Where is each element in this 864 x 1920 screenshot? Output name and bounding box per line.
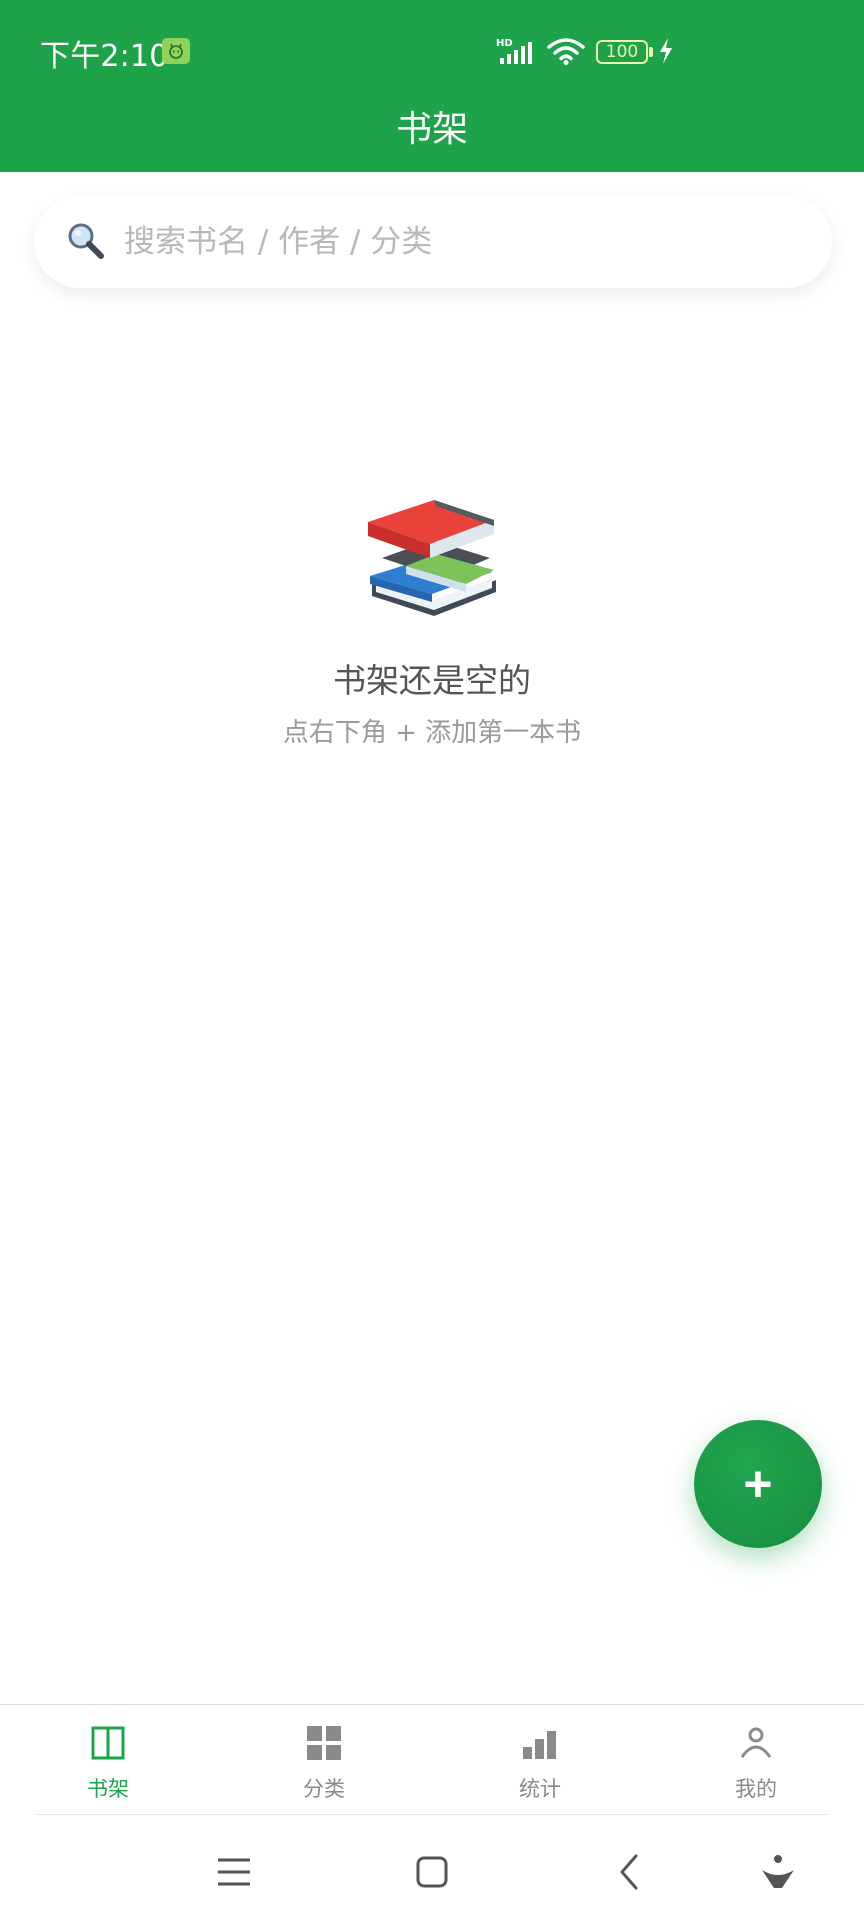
charging-icon	[660, 38, 672, 64]
system-nav-bar	[0, 1820, 864, 1920]
status-time: 下午2:10	[40, 39, 169, 74]
book-icon	[91, 1726, 125, 1760]
search-bar[interactable]	[34, 196, 832, 288]
app-header: 下午2:10 HD 100 书架	[0, 0, 864, 172]
assistant-icon[interactable]	[756, 1850, 800, 1894]
back-icon[interactable]	[608, 1850, 652, 1894]
page-title: 书架	[395, 109, 468, 150]
bottom-nav: 书架 分类 统计 我的	[0, 1704, 864, 1816]
menu-icon[interactable]	[212, 1850, 256, 1894]
search-icon	[68, 223, 104, 259]
home-icon[interactable]	[410, 1850, 454, 1894]
battery-level: 100	[605, 41, 639, 62]
app-root: 下午2:10 HD 100 书架 搜索书名 / 作者 / 分类 书架还是空的 点…	[0, 0, 864, 1920]
cellular-signal-icon: HD	[496, 38, 532, 64]
plus-icon: +	[743, 1456, 773, 1512]
nav-label-bookshelf: 书架	[87, 1777, 129, 1801]
nav-item-bookshelf[interactable]: 书架	[48, 1723, 168, 1809]
search-input[interactable]	[124, 196, 804, 288]
notification-app-icon	[162, 38, 190, 64]
empty-state-title: 书架还是空的	[333, 661, 531, 700]
grid-icon	[307, 1726, 341, 1760]
bar-chart-icon	[523, 1731, 556, 1759]
empty-state-subtitle: 点右下角 + 添加第一本书	[282, 718, 582, 748]
nav-label-profile: 我的	[735, 1777, 777, 1801]
nav-item-stats[interactable]: 统计	[480, 1723, 600, 1809]
status-icons: HD 100	[496, 32, 686, 68]
person-icon	[740, 1727, 772, 1758]
nav-item-category[interactable]: 分类	[264, 1723, 384, 1809]
wifi-icon	[547, 38, 585, 65]
nav-label-category: 分类	[303, 1777, 345, 1801]
books-icon	[368, 500, 496, 616]
network-label: HD	[496, 38, 513, 49]
divider	[36, 1814, 828, 1815]
battery-icon: 100	[596, 40, 648, 64]
nav-item-profile[interactable]: 我的	[696, 1723, 816, 1809]
add-book-button[interactable]: +	[694, 1420, 822, 1548]
nav-label-stats: 统计	[519, 1777, 561, 1801]
